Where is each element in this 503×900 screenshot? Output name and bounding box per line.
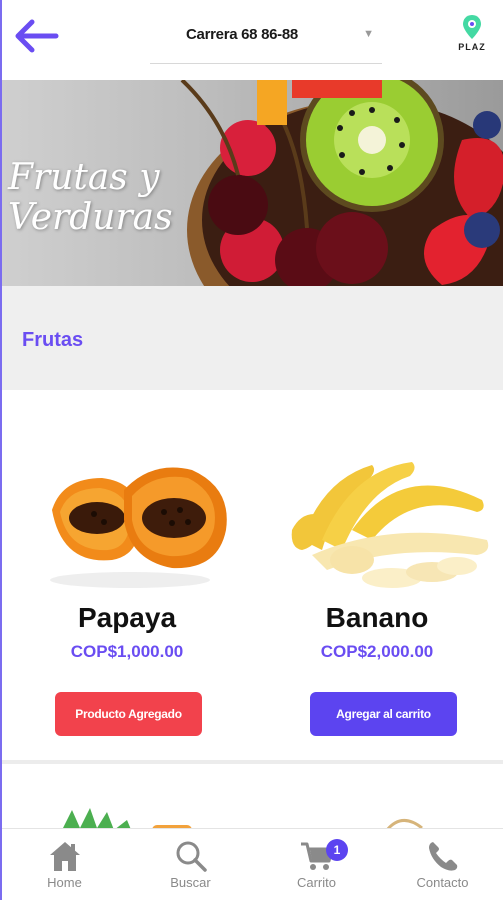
- address-selector[interactable]: Carrera 68 86-88 ▼: [150, 14, 382, 64]
- nav-search-label: Buscar: [170, 875, 211, 890]
- home-icon: [49, 842, 80, 871]
- product-card-banano[interactable]: Banano COP$2,000.00 Agregar al carrito: [252, 400, 502, 760]
- product-price: COP$2,000.00: [320, 642, 434, 661]
- app-screen: Carrera 68 86-88 ▼ PLAZ Frutas y Verdura…: [0, 0, 503, 900]
- bottom-navigation: Home Buscar 1 Carrito Contacto: [2, 828, 503, 900]
- nav-search[interactable]: Buscar: [128, 829, 253, 900]
- location-pin-icon: [463, 15, 481, 39]
- add-to-cart-button[interactable]: Agregar al carrito: [310, 692, 457, 736]
- cart-count-badge: 1: [326, 839, 348, 861]
- product-name: Banano: [325, 602, 429, 633]
- top-header: Carrera 68 86-88 ▼ PLAZ: [2, 0, 503, 70]
- caret-down-icon: ▼: [363, 28, 374, 40]
- banner-title: Frutas y Verduras: [8, 158, 173, 238]
- section-divider: [2, 760, 503, 764]
- nav-cart-label: Carrito: [296, 875, 336, 890]
- banner-title-line2: Verduras: [8, 197, 173, 238]
- banana-image: [291, 462, 489, 588]
- nav-home-label: Home: [47, 875, 82, 890]
- product-price: COP$1,000.00: [70, 642, 184, 661]
- search-icon: [176, 841, 207, 872]
- address-text: Carrera 68 86-88: [186, 26, 298, 43]
- category-header: Frutas: [2, 286, 503, 390]
- papaya-image: [50, 467, 227, 588]
- product-card-papaya[interactable]: Papaya COP$1,000.00 Producto Agregado: [2, 400, 252, 760]
- app-logo: PLAZ: [452, 14, 492, 60]
- product-name: Papaya: [77, 602, 177, 633]
- nav-contact-label: Contacto: [416, 875, 469, 890]
- logo-text: PLAZ: [458, 42, 486, 52]
- category-banner: Frutas y Verduras: [2, 80, 503, 286]
- nav-contact[interactable]: Contacto: [380, 829, 503, 900]
- back-button[interactable]: [14, 18, 60, 54]
- product-grid: Papaya COP$1,000.00 Producto Agregado Ba…: [2, 400, 503, 760]
- banner-title-line1: Frutas y: [8, 157, 160, 198]
- arrow-left-icon: [15, 19, 59, 53]
- nav-cart[interactable]: 1 Carrito: [254, 829, 379, 900]
- category-title: Frutas: [22, 329, 84, 351]
- phone-icon: [428, 842, 457, 871]
- product-added-button[interactable]: Producto Agregado: [55, 692, 202, 736]
- nav-home[interactable]: Home: [2, 829, 127, 900]
